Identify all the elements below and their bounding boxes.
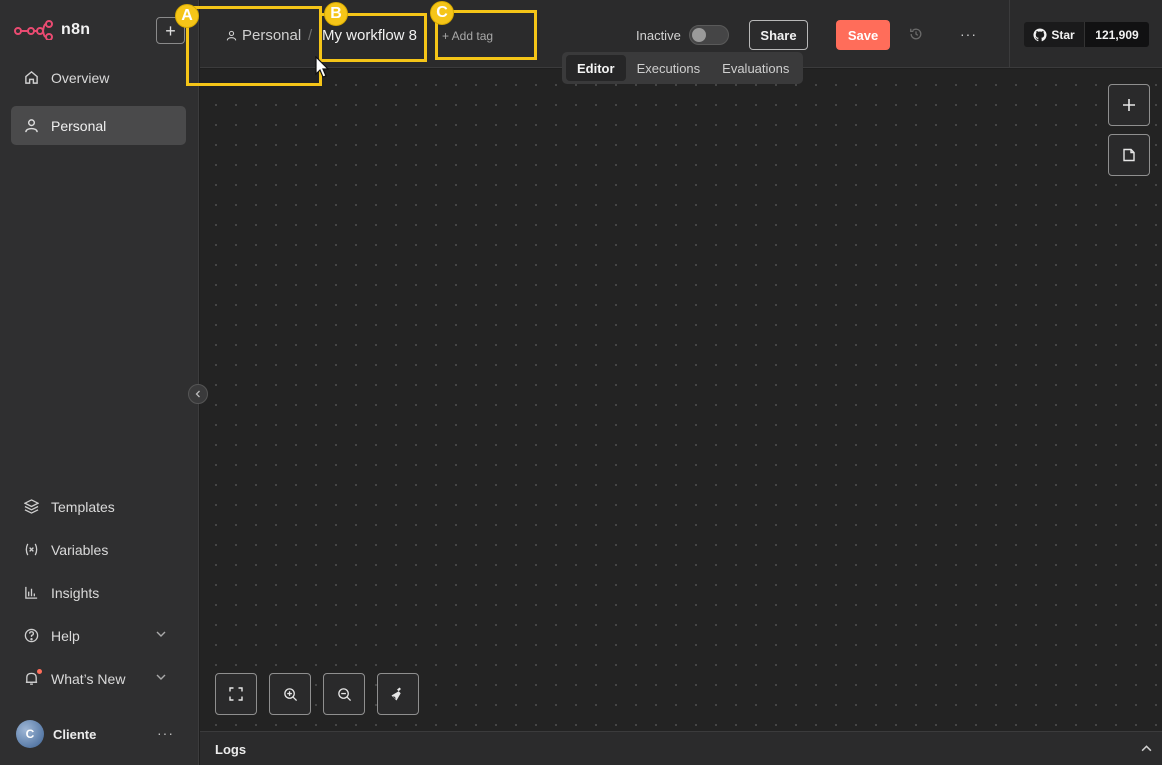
- bar-chart-icon: [23, 585, 39, 601]
- tab-evaluations[interactable]: Evaluations: [711, 55, 800, 81]
- github-star-button[interactable]: Star 121,909: [1024, 22, 1149, 47]
- sidebar-item-label: Templates: [51, 498, 115, 515]
- save-button[interactable]: Save: [836, 20, 890, 50]
- chevron-down-icon: [156, 674, 166, 680]
- plus-icon: [1123, 99, 1135, 111]
- header-divider: [1009, 0, 1010, 68]
- sidebar-item-label: Variables: [51, 541, 109, 558]
- broom-icon: [391, 687, 401, 701]
- help-circle-icon: [23, 628, 39, 644]
- mouse-cursor-icon: [315, 56, 330, 78]
- annotation-badge-b: B: [324, 2, 348, 26]
- chevron-left-icon: [195, 390, 200, 398]
- active-toggle[interactable]: [689, 25, 729, 45]
- user-more-button[interactable]: ···: [157, 725, 174, 741]
- sidebar-item-overview[interactable]: Overview: [11, 58, 186, 97]
- sidebar-item-insights[interactable]: Insights: [11, 573, 186, 612]
- breadcrumb-project-label: Personal: [242, 27, 302, 44]
- add-tag-button[interactable]: + Add tag: [442, 29, 493, 43]
- zoom-out-icon: [337, 687, 351, 701]
- zoom-in-button[interactable]: [269, 673, 311, 715]
- sidebar-item-label: Insights: [51, 584, 100, 601]
- chevron-down-icon: [156, 631, 166, 637]
- sidebar-item-label: What’s New: [51, 670, 126, 687]
- star-text: Star: [1051, 27, 1075, 42]
- workflow-canvas[interactable]: [200, 69, 1162, 731]
- home-icon: [23, 70, 39, 86]
- box-icon: [23, 499, 39, 515]
- zoom-out-button[interactable]: [323, 673, 365, 715]
- sidebar: n8n + Overview Personal Templates Variab…: [0, 0, 199, 765]
- workflow-more-button[interactable]: ···: [960, 26, 977, 42]
- n8n-logo-icon: [14, 20, 53, 40]
- variable-icon: [23, 542, 39, 558]
- github-star-label: Star: [1024, 22, 1085, 47]
- breadcrumb-project[interactable]: Personal: [226, 27, 301, 44]
- annotation-badge-c: C: [430, 1, 454, 25]
- user-menu[interactable]: C Cliente ···: [16, 720, 186, 748]
- fullscreen-icon: [229, 687, 243, 701]
- app-name: n8n: [61, 21, 91, 38]
- sticky-note-icon: [1123, 148, 1135, 162]
- sidebar-item-templates[interactable]: Templates: [11, 487, 186, 526]
- logs-label: Logs: [215, 742, 247, 757]
- history-button[interactable]: [909, 27, 923, 46]
- sidebar-item-personal[interactable]: Personal: [11, 106, 186, 145]
- sidebar-collapse-button[interactable]: [188, 384, 208, 404]
- logs-panel[interactable]: Logs: [200, 731, 1162, 765]
- fit-view-button[interactable]: [215, 673, 257, 715]
- user-icon: [23, 118, 39, 134]
- add-node-button[interactable]: [1108, 84, 1150, 126]
- sidebar-item-label: Personal: [51, 117, 107, 134]
- toggle-knob: [692, 28, 706, 42]
- tidy-up-button[interactable]: [377, 673, 419, 715]
- breadcrumb-separator: /: [308, 27, 313, 44]
- tab-executions[interactable]: Executions: [626, 55, 712, 81]
- avatar: C: [16, 720, 44, 748]
- sidebar-item-variables[interactable]: Variables: [11, 530, 186, 569]
- view-tabs: Editor Executions Evaluations: [562, 52, 803, 84]
- user-icon: [226, 30, 237, 41]
- active-status-label: Inactive: [636, 28, 681, 43]
- chevron-up-icon[interactable]: [1141, 743, 1152, 754]
- sidebar-item-label: Help: [51, 627, 80, 644]
- logo[interactable]: n8n: [14, 20, 90, 40]
- app-window: n8n + Overview Personal Templates Variab…: [0, 0, 1162, 765]
- sidebar-item-label: Overview: [51, 69, 110, 86]
- sidebar-item-whats-new[interactable]: What’s New: [11, 659, 186, 698]
- history-icon: [910, 28, 922, 40]
- notification-dot: [37, 669, 42, 674]
- github-icon: [1033, 27, 1047, 41]
- add-sticky-note-button[interactable]: [1108, 134, 1150, 176]
- zoom-in-icon: [283, 687, 297, 701]
- user-name: Cliente: [53, 726, 97, 742]
- annotation-badge-a: A: [175, 4, 199, 28]
- sidebar-item-help[interactable]: Help: [11, 616, 186, 655]
- share-button[interactable]: Share: [749, 20, 808, 50]
- github-star-count: 121,909: [1085, 22, 1149, 47]
- workflow-name[interactable]: My workflow 8: [322, 27, 417, 44]
- tab-editor[interactable]: Editor: [566, 55, 626, 81]
